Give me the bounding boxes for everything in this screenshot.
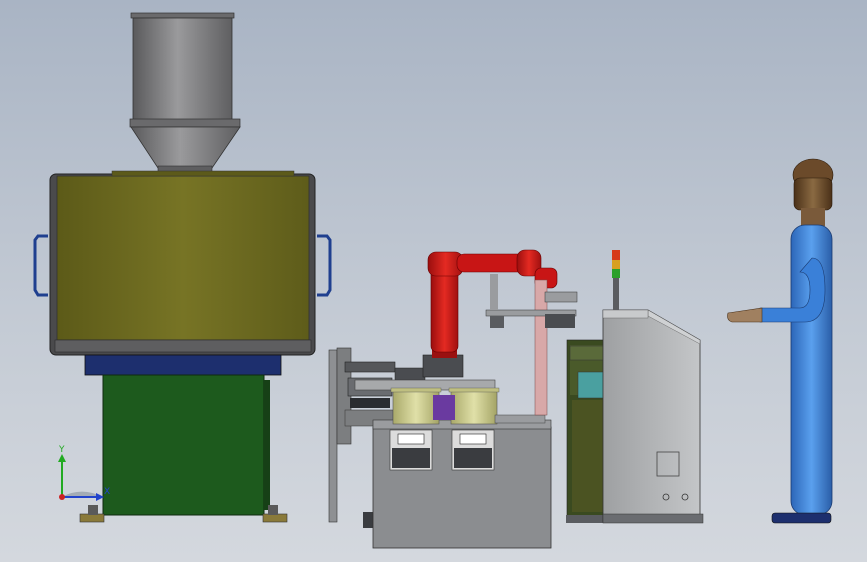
main-bin xyxy=(33,170,332,356)
signal-tower xyxy=(612,250,620,310)
support-stand xyxy=(79,354,288,523)
origin-marker xyxy=(59,494,65,500)
y-axis-label: Y xyxy=(58,445,65,455)
coordinate-triad: Y X xyxy=(58,445,110,501)
cad-viewport[interactable]: Y X xyxy=(0,0,867,562)
hopper-assembly xyxy=(129,12,241,173)
control-cabinet xyxy=(566,309,704,524)
feeder-frame xyxy=(328,347,552,549)
x-axis-label: X xyxy=(104,487,110,497)
assembly-drawing: Y X xyxy=(33,12,834,549)
operator-figure xyxy=(727,158,834,524)
